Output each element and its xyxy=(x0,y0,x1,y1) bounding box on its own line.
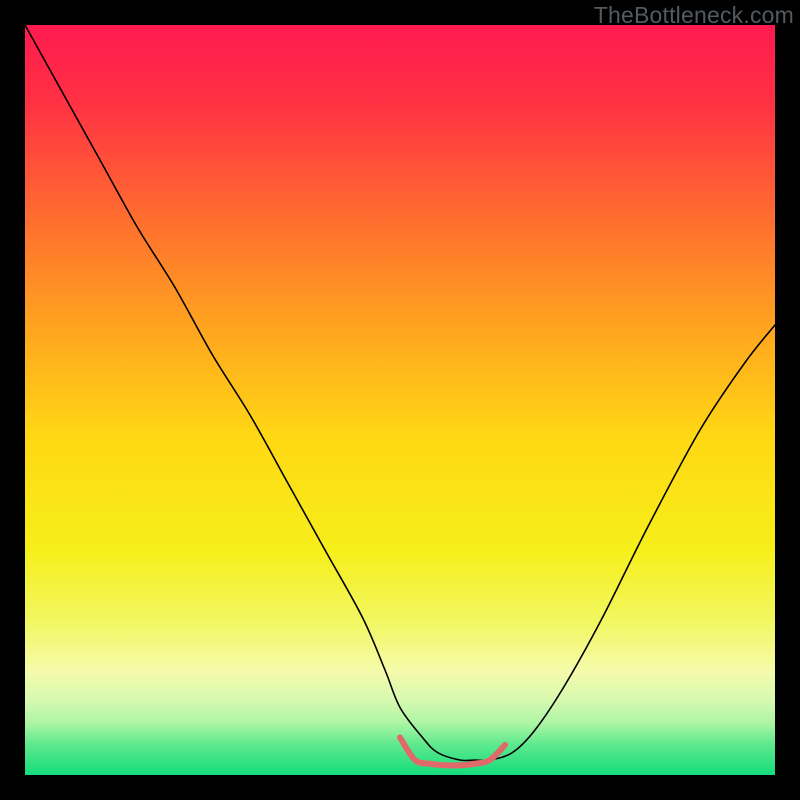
watermark-text: TheBottleneck.com xyxy=(594,2,794,29)
plot-area xyxy=(25,25,775,775)
chart-container: TheBottleneck.com xyxy=(0,0,800,800)
gradient-background xyxy=(25,25,775,775)
chart-svg xyxy=(25,25,775,775)
